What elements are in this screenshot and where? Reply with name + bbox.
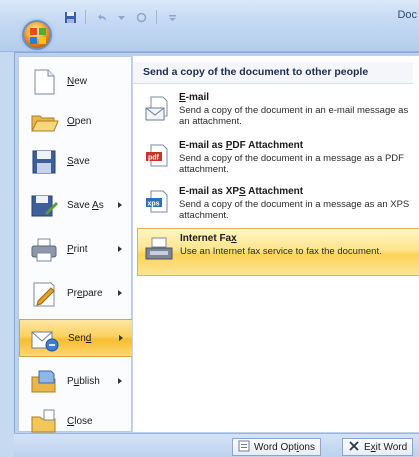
option-email-pdf[interactable]: pdf E-mail as PDF Attachment Send a copy…: [137, 136, 419, 188]
svg-text:pdf: pdf: [148, 155, 160, 162]
menu-item-publish[interactable]: Publish: [19, 363, 133, 401]
word-options-button[interactable]: Word Options: [232, 438, 321, 456]
menu-item-new[interactable]: New: [19, 63, 133, 101]
menu-item-print[interactable]: Print: [19, 231, 133, 269]
fax-icon: [144, 235, 174, 265]
quick-access-toolbar: [63, 8, 179, 26]
option-description: Use an Internet fax service to fax the d…: [180, 246, 382, 257]
option-title: E-mail as XPS Attachment: [179, 186, 304, 197]
customize-icon[interactable]: [165, 10, 179, 24]
window-title: Doc: [397, 9, 417, 21]
close-icon: [348, 440, 360, 455]
menu-item-label: Send: [68, 333, 92, 344]
menu-footer: Word Options Exit Word: [14, 433, 419, 457]
option-description: Send a copy of the document in a message…: [179, 153, 404, 175]
office-logo-icon[interactable]: [22, 20, 52, 50]
menu-item-label: Close: [67, 416, 93, 427]
menu-item-label: New: [67, 76, 88, 87]
option-email[interactable]: E-mail Send a copy of the document in an…: [137, 88, 419, 140]
submenu-arrow-icon: [118, 246, 122, 252]
menu-item-open[interactable]: Open: [19, 103, 133, 141]
submenu-title: Send a copy of the document to other peo…: [143, 66, 369, 78]
dropdown-icon[interactable]: [114, 10, 128, 24]
command-list: New Open Save Save As Print Prepare Send…: [18, 56, 133, 433]
prepare-icon: [29, 279, 59, 309]
menu-item-label: Prepare: [67, 288, 103, 299]
submenu-arrow-icon: [118, 378, 122, 384]
save-icon[interactable]: [63, 10, 77, 24]
send-submenu: Send a copy of the document to other peo…: [132, 56, 419, 432]
menu-item-label: Print: [67, 244, 88, 255]
send-icon: [30, 324, 60, 354]
publish-icon: [29, 367, 59, 397]
qat-divider: [85, 10, 86, 24]
svg-text:xps: xps: [148, 201, 160, 208]
menu-item-send[interactable]: Send: [19, 319, 133, 357]
new-document-icon: [29, 67, 59, 97]
submenu-arrow-icon: [118, 202, 122, 208]
option-title: E-mail as PDF Attachment: [179, 140, 304, 151]
menu-item-prepare[interactable]: Prepare: [19, 275, 133, 313]
submenu-arrow-icon: [119, 335, 123, 341]
exit-word-button[interactable]: Exit Word: [342, 438, 414, 456]
printer-icon: [29, 235, 59, 265]
option-title: Internet Fax: [180, 233, 237, 244]
options-icon: [238, 440, 250, 455]
menu-item-label: Save As: [67, 200, 104, 211]
option-title: E-mail: [179, 92, 210, 103]
title-bar: Doc: [0, 0, 419, 52]
open-folder-icon: [29, 107, 59, 137]
menu-item-label: Publish: [67, 376, 100, 387]
email-icon: [143, 94, 173, 124]
submenu-arrow-icon: [118, 290, 122, 296]
option-description: Send a copy of the document in an e-mail…: [179, 105, 409, 127]
button-label: Word Options: [254, 441, 315, 453]
button-label: Exit Word: [364, 441, 408, 453]
pdf-icon: pdf: [143, 142, 173, 172]
xps-icon: xps: [143, 188, 173, 218]
qat-divider: [156, 10, 157, 24]
menu-item-label: Save: [67, 156, 90, 167]
menu-item-save[interactable]: Save: [19, 143, 133, 181]
menu-item-label: Open: [67, 116, 92, 127]
option-email-xps[interactable]: xps E-mail as XPS Attachment Send a copy…: [137, 182, 419, 234]
redo-icon[interactable]: [134, 10, 148, 24]
option-description: Send a copy of the document in a message…: [179, 199, 410, 221]
save-as-icon: [29, 191, 59, 221]
save-icon: [29, 147, 59, 177]
menu-item-save-as[interactable]: Save As: [19, 187, 133, 225]
submenu-header: Send a copy of the document to other peo…: [133, 62, 413, 84]
option-internet-fax[interactable]: Internet Fax Use an Internet fax service…: [137, 228, 419, 276]
undo-icon[interactable]: [94, 10, 108, 24]
